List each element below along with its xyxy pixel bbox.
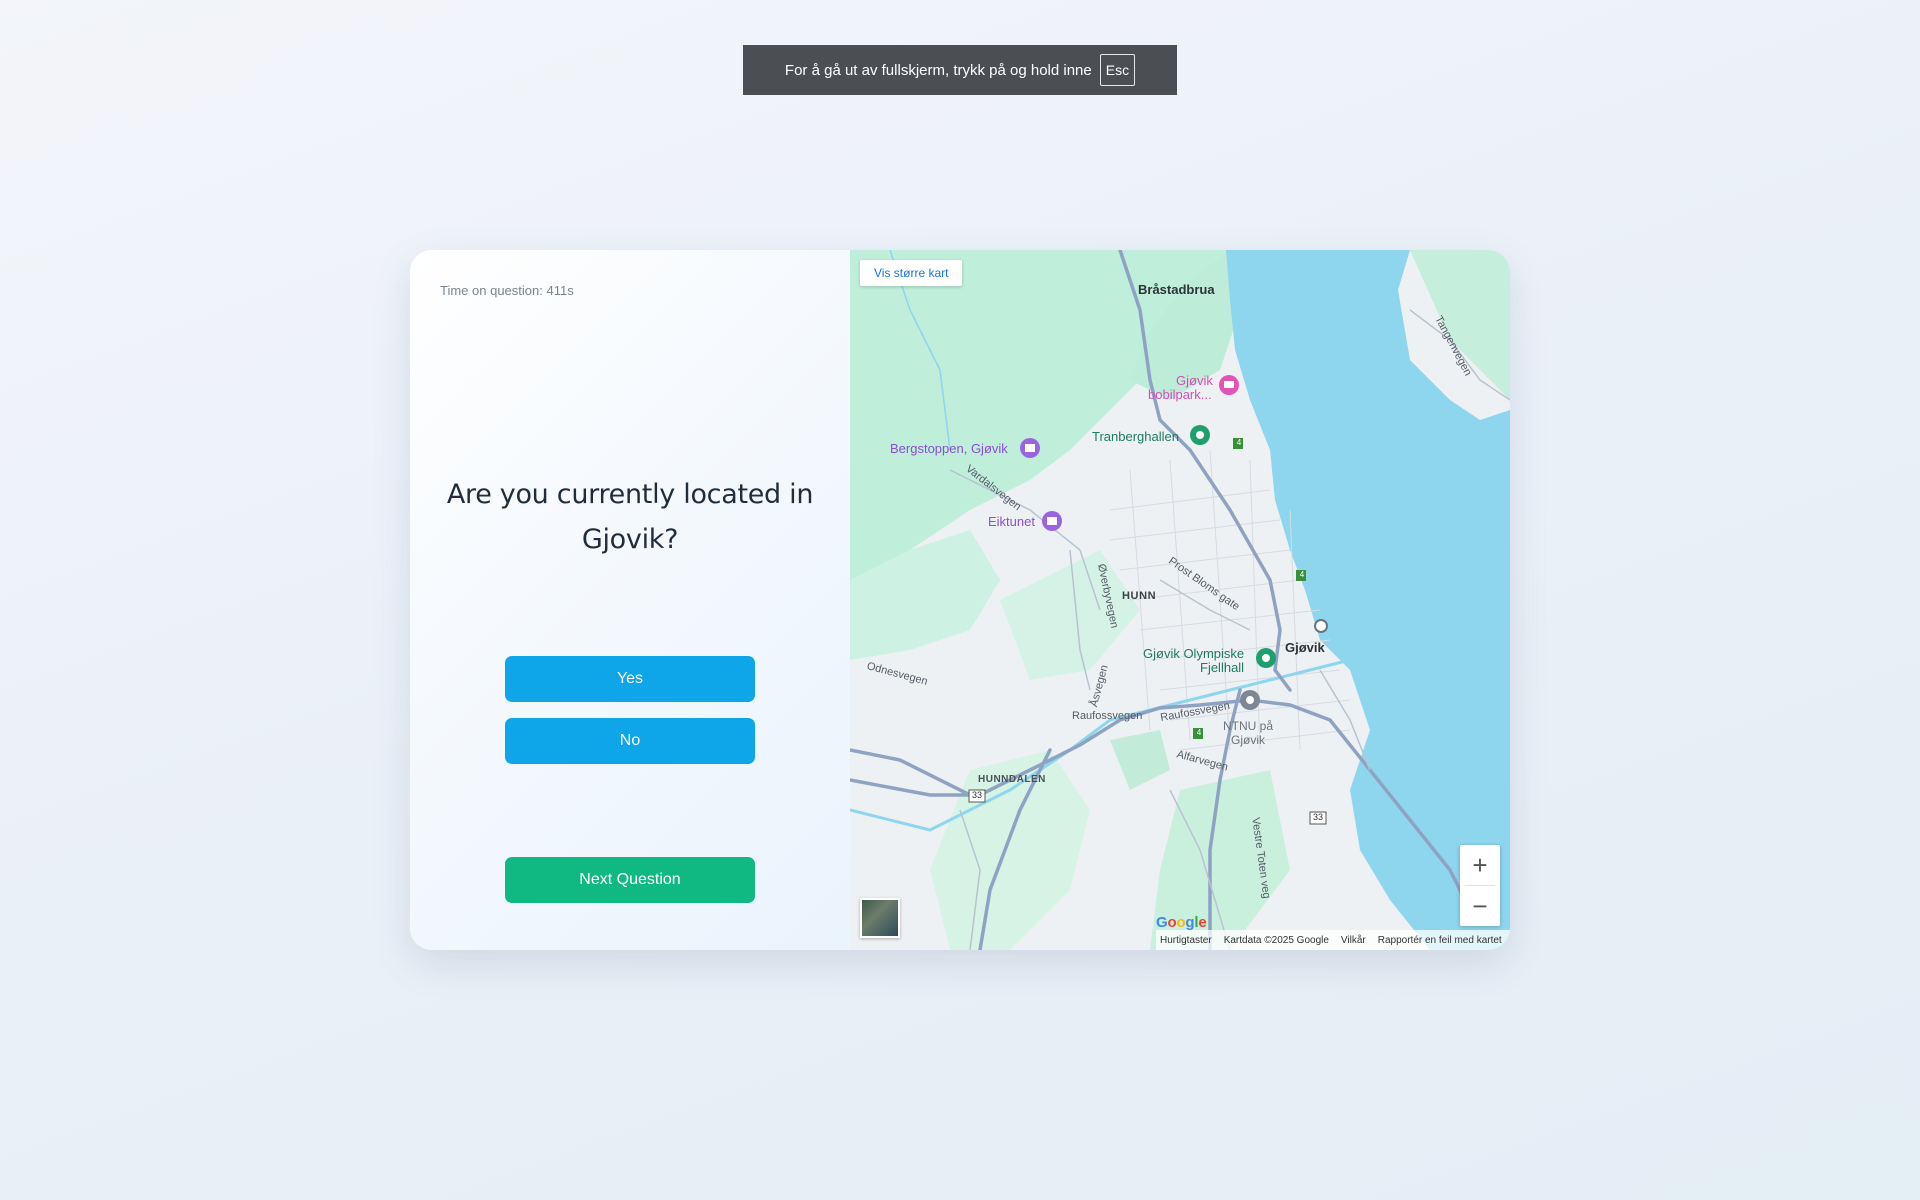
place-label-gjovik: Gjøvik [1285, 640, 1325, 655]
question-card: Time on question: 411s Are you currently… [410, 250, 1510, 950]
place-label-brastadbrua: Bråstadbrua [1138, 282, 1215, 297]
google-map[interactable]: Vis større kart Bråstadbrua Gjøvik bobil… [850, 250, 1510, 950]
route-33-shield-b: 33 [1312, 812, 1323, 822]
road-label-raufossvegen-1: Raufossvegen [1072, 710, 1143, 722]
zoom-in-button[interactable]: + [1460, 845, 1500, 885]
map-data-text: Kartdata ©2025 Google [1223, 934, 1329, 946]
question-text: Are you currently located in Gjovik? [446, 479, 814, 555]
route-4-shield-c: 4 [1196, 728, 1202, 737]
question-panel: Time on question: 411s Are you currently… [410, 250, 850, 950]
place-label-olympiske-2[interactable]: Fjellhall [1200, 660, 1244, 675]
fullscreen-exit-banner: For å gå ut av fullskjerm, trykk på og h… [743, 45, 1177, 95]
google-logo: Google [1156, 914, 1207, 931]
terms-link[interactable]: Vilkår [1341, 935, 1366, 946]
place-label-bergstoppen[interactable]: Bergstoppen, Gjøvik [890, 441, 1008, 456]
next-question-button[interactable]: Next Question [505, 857, 755, 903]
no-button[interactable]: No [505, 718, 755, 764]
yes-button[interactable]: Yes [505, 656, 755, 702]
report-error-link[interactable]: Rapportér en feil med kartet [1378, 935, 1502, 946]
question-timer: Time on question: 411s [440, 283, 574, 298]
area-label-hunndalen: HUNNDALEN [978, 774, 1046, 785]
larger-map-link[interactable]: Vis større kart [860, 260, 963, 286]
satellite-layer-toggle[interactable] [860, 898, 900, 938]
map-attribution-bar: Hurtigtaster Kartdata ©2025 Google Vilkå… [1156, 930, 1510, 950]
map-canvas[interactable] [850, 250, 1510, 950]
fullscreen-exit-text: For å gå ut av fullskjerm, trykk på og h… [784, 61, 1092, 79]
zoom-out-button[interactable]: − [1460, 886, 1500, 926]
place-label-bobilpark-1[interactable]: Gjøvik [1176, 374, 1213, 388]
place-label-ntnu-1[interactable]: NTNU på [1223, 719, 1273, 733]
keyboard-shortcuts-link[interactable]: Hurtigtaster [1160, 935, 1212, 946]
route-4-shield-a: 4 [1236, 438, 1242, 447]
place-label-ntnu-2[interactable]: Gjøvik [1231, 733, 1265, 747]
place-label-bobilpark-2[interactable]: bobilpark... [1148, 388, 1212, 402]
place-label-eiktunet[interactable]: Eiktunet [988, 514, 1035, 529]
route-33-shield-a: 33 [971, 790, 982, 800]
route-4-shield-b: 4 [1299, 570, 1305, 579]
area-label-hunn: HUNN [1122, 590, 1157, 602]
place-label-tranberghallen[interactable]: Tranberghallen [1092, 429, 1179, 444]
place-label-olympiske-1[interactable]: Gjøvik Olympiske [1143, 646, 1244, 661]
zoom-control: + − [1460, 845, 1500, 926]
esc-key-hint: Esc [1099, 54, 1136, 86]
